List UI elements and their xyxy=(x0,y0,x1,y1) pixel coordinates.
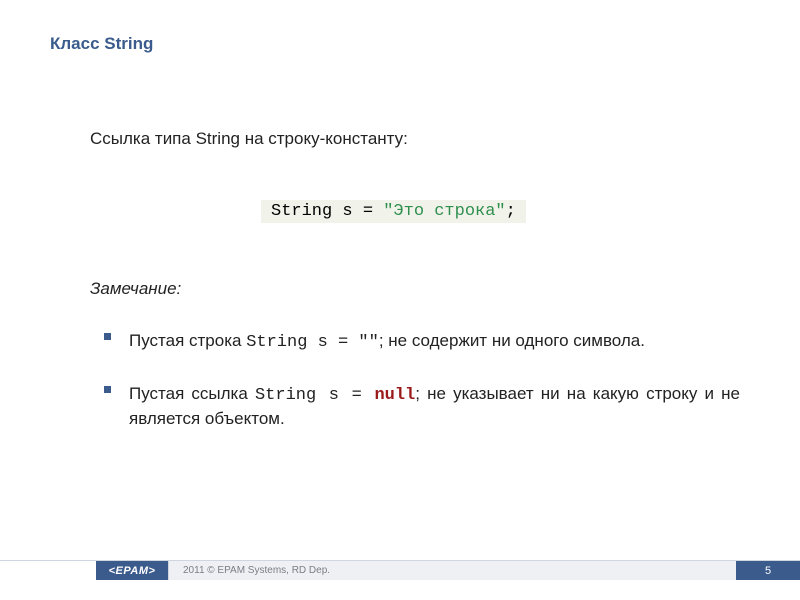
bullet-post: ; не содержит ни одного символа. xyxy=(379,331,645,350)
bullet-icon xyxy=(104,333,111,340)
list-item: Пустая строка String s = ""; не содержит… xyxy=(104,330,740,355)
bullet-code: String s = xyxy=(255,386,374,405)
code-semicolon: ; xyxy=(506,202,516,221)
slide-title: Класс String xyxy=(50,34,153,54)
epam-logo: <EPAM> xyxy=(96,561,168,580)
bullet-code: String s = "" xyxy=(246,333,379,352)
intro-text: Ссылка типа String на строку-константу: xyxy=(90,128,408,151)
footer-copyright: 2011 © EPAM Systems, RD Dep. xyxy=(168,561,736,580)
slide: Класс String Ссылка типа String на строк… xyxy=(0,0,800,600)
bullet-text: Пустая строка String s = ""; не содержит… xyxy=(129,330,645,355)
bullet-null-keyword: null xyxy=(374,386,415,405)
code-string-literal: "Это строка" xyxy=(383,202,505,221)
slide-footer: <EPAM> 2011 © EPAM Systems, RD Dep. 5 xyxy=(0,560,800,580)
code-lhs: String s = xyxy=(271,202,383,221)
code-example: String s = "Это строка"; xyxy=(261,200,526,223)
footer-spacer xyxy=(0,561,96,580)
list-item: Пустая ссылка String s = null; не указыв… xyxy=(104,383,740,431)
page-number: 5 xyxy=(736,561,800,580)
note-label: Замечание: xyxy=(90,278,181,301)
bullet-pre: Пустая ссылка xyxy=(129,384,255,403)
bullet-text: Пустая ссылка String s = null; не указыв… xyxy=(129,383,740,431)
bullet-icon xyxy=(104,386,111,393)
bullet-list: Пустая строка String s = ""; не содержит… xyxy=(104,330,740,459)
bullet-pre: Пустая строка xyxy=(129,331,246,350)
